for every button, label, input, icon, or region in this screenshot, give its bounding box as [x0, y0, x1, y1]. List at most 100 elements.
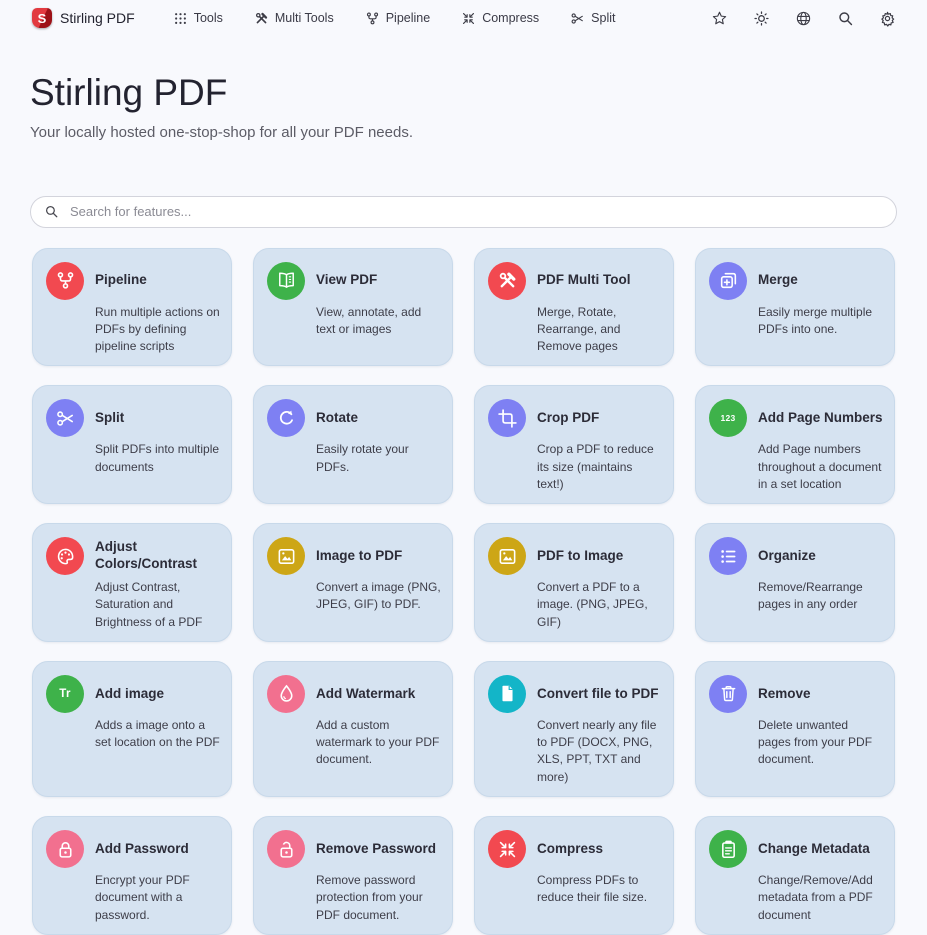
- nav-item-tools[interactable]: Tools: [173, 11, 223, 26]
- card-description: Add Page numbers throughout a document i…: [758, 441, 883, 493]
- crop-icon: [488, 399, 526, 437]
- card-title: Change Metadata: [758, 830, 883, 868]
- lock-icon: [46, 830, 84, 868]
- hero-section: Stirling PDF Your locally hosted one-sto…: [0, 72, 927, 141]
- card-crop-pdf[interactable]: Crop PDF Crop a PDF to reduce its size (m…: [474, 385, 674, 504]
- feature-card-grid: PipelineRun multiple actions on PDFs by …: [32, 248, 895, 935]
- card-pdf-multi-tool[interactable]: PDF Multi ToolMerge, Rotate, Rearrange, …: [474, 248, 674, 367]
- search-icon: [44, 204, 59, 219]
- card-title: Add image: [95, 675, 220, 713]
- card-title: Crop PDF: [537, 399, 662, 437]
- card-split[interactable]: SplitSplit PDFs into multiple documents: [32, 385, 232, 504]
- scissors-icon: [46, 399, 84, 437]
- nav-actions: [709, 8, 897, 28]
- card-pipeline[interactable]: PipelineRun multiple actions on PDFs by …: [32, 248, 232, 367]
- card-description: Convert a PDF to a image. (PNG, JPEG, GI…: [537, 579, 662, 631]
- card-body: Remove Password Remove password protectio…: [316, 830, 441, 924]
- card-body: PipelineRun multiple actions on PDFs by …: [95, 262, 220, 356]
- card-body: Add Watermark Add a custom watermark to y…: [316, 675, 441, 786]
- language-globe-icon[interactable]: [793, 8, 813, 28]
- card-title: Add Page Numbers: [758, 399, 883, 437]
- card-body: Add Page Numbers Add Page numbers through…: [758, 399, 883, 493]
- card-body: Convert file to PDFConvert nearly any fi…: [537, 675, 662, 786]
- brand[interactable]: S Stirling PDF: [32, 8, 135, 28]
- card-body: Image to PDFConvert a image (PNG, JPEG, …: [316, 537, 441, 631]
- card-title: Remove Password: [316, 830, 441, 868]
- card-title: Add Watermark: [316, 675, 441, 713]
- card-image-to-pdf[interactable]: Image to PDFConvert a image (PNG, JPEG, …: [253, 523, 453, 642]
- card-merge[interactable]: Merge Easily merge multiple PDFs into one…: [695, 248, 895, 367]
- card-convert-file-to-pdf[interactable]: Convert file to PDFConvert nearly any fi…: [474, 661, 674, 797]
- nav-item-label: Multi Tools: [275, 11, 334, 25]
- card-body: RemoveDelete unwanted pages from your PD…: [758, 675, 883, 786]
- nav-item-split[interactable]: Split: [570, 11, 615, 26]
- card-rotate[interactable]: RotateEasily rotate your PDFs.: [253, 385, 453, 504]
- unlock-icon: [267, 830, 305, 868]
- card-add-watermark[interactable]: Add Watermark Add a custom watermark to y…: [253, 661, 453, 797]
- settings-gear-icon[interactable]: [877, 8, 897, 28]
- droplet-icon: [267, 675, 305, 713]
- card-title: Add Password: [95, 830, 220, 868]
- card-body: PDF Multi ToolMerge, Rotate, Rearrange, …: [537, 262, 662, 356]
- top-navbar: S Stirling PDF Tools Multi Tools Pipeline C…: [0, 0, 927, 34]
- card-title: View PDF: [316, 262, 441, 300]
- card-body: PDF to Image Convert a PDF to a image. (P…: [537, 537, 662, 631]
- card-description: Crop a PDF to reduce its size (maintains…: [537, 441, 662, 493]
- search-input[interactable]: [68, 203, 883, 220]
- grid-icon: [173, 11, 188, 26]
- card-view-pdf[interactable]: View PDFView, annotate, add text or imag…: [253, 248, 453, 367]
- palette-icon: [46, 537, 84, 575]
- nav-item-label: Compress: [482, 11, 539, 25]
- card-description: Remove/Rearrange pages in any order: [758, 579, 883, 614]
- card-compress[interactable]: Compress Compress PDFs to reduce their fi…: [474, 816, 674, 935]
- card-description: Easily rotate your PDFs.: [316, 441, 441, 476]
- card-add-image[interactable]: Tr Add imageAdds a image onto a set locat…: [32, 661, 232, 797]
- search-icon[interactable]: [835, 8, 855, 28]
- card-description: Encrypt your PDF document with a passwor…: [95, 872, 220, 924]
- theme-light-icon[interactable]: [751, 8, 771, 28]
- pipeline-icon: [46, 262, 84, 300]
- nav-menu: Tools Multi Tools Pipeline Compress Split: [173, 11, 647, 26]
- card-description: Add a custom watermark to your PDF docum…: [316, 717, 441, 769]
- numbers-icon: 123: [709, 399, 747, 437]
- nav-item-compress[interactable]: Compress: [461, 11, 539, 26]
- card-title: Organize: [758, 537, 883, 575]
- nav-item-label: Pipeline: [386, 11, 430, 25]
- icon-label: Tr: [59, 688, 70, 700]
- star-icon[interactable]: [709, 8, 729, 28]
- scissors-icon: [570, 11, 585, 26]
- icon-label: 123: [720, 413, 735, 423]
- nav-item-pipeline[interactable]: Pipeline: [365, 11, 430, 26]
- image-icon: [488, 537, 526, 575]
- card-title: PDF Multi Tool: [537, 262, 662, 300]
- nav-item-multi-tools[interactable]: Multi Tools: [254, 11, 334, 26]
- card-remove[interactable]: RemoveDelete unwanted pages from your PD…: [695, 661, 895, 797]
- card-body: Add imageAdds a image onto a set locatio…: [95, 675, 220, 786]
- card-add-password[interactable]: Add Password Encrypt your PDF document wi…: [32, 816, 232, 935]
- clipboard-icon: [709, 830, 747, 868]
- card-description: Compress PDFs to reduce their file size.: [537, 872, 662, 907]
- list-icon: [709, 537, 747, 575]
- card-description: Remove password protection from your PDF…: [316, 872, 441, 924]
- card-title: Merge: [758, 262, 883, 300]
- card-description: Easily merge multiple PDFs into one.: [758, 304, 883, 339]
- card-organize[interactable]: Organize Remove/Rearrange pages in any or…: [695, 523, 895, 642]
- compress-icon: [488, 830, 526, 868]
- text-icon: Tr: [46, 675, 84, 713]
- card-description: Convert nearly any file to PDF (DOCX, PN…: [537, 717, 662, 786]
- card-pdf-to-image[interactable]: PDF to Image Convert a PDF to a image. (P…: [474, 523, 674, 642]
- card-adjust-colors-contrast[interactable]: Adjust Colors/ContrastAdjust Contrast, S…: [32, 523, 232, 642]
- nav-item-label: Split: [591, 11, 615, 25]
- rotate-icon: [267, 399, 305, 437]
- card-title: PDF to Image: [537, 537, 662, 575]
- page-title: Stirling PDF: [30, 72, 897, 115]
- stirling-logo-icon: S: [32, 8, 52, 28]
- card-remove-password[interactable]: Remove Password Remove password protectio…: [253, 816, 453, 935]
- multi-tools-icon: [488, 262, 526, 300]
- card-change-metadata[interactable]: Change MetadataChange/Remove/Add metadat…: [695, 816, 895, 935]
- card-body: Adjust Colors/ContrastAdjust Contrast, S…: [95, 537, 220, 631]
- card-add-page-numbers[interactable]: 123 Add Page Numbers Add Page numbers thro…: [695, 385, 895, 504]
- card-title: Compress: [537, 830, 662, 868]
- card-description: Adjust Contrast, Saturation and Brightne…: [95, 579, 220, 631]
- multi-tools-icon: [254, 11, 269, 26]
